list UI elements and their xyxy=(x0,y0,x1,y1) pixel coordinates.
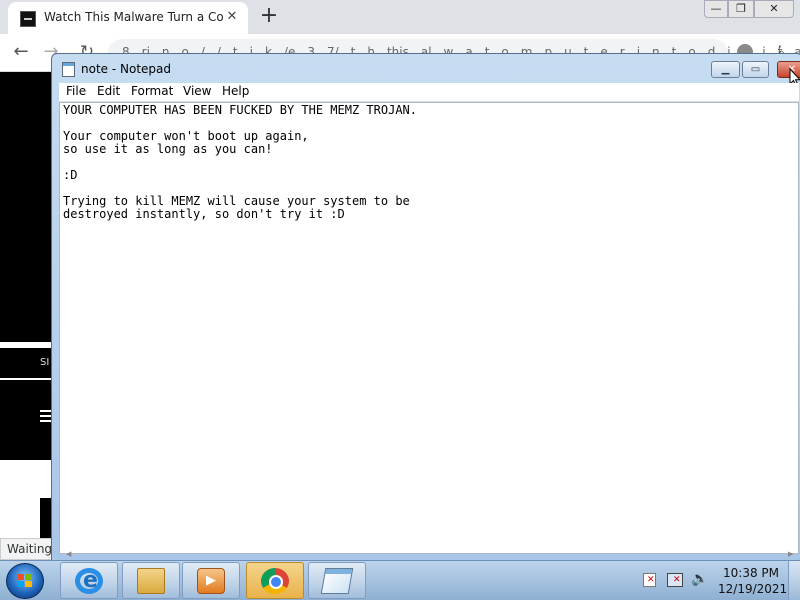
browser-tab[interactable]: Watch This Malware Turn a Comp ✕ xyxy=(8,2,248,34)
maximize-button[interactable]: ▭ xyxy=(742,61,769,78)
new-tab-button[interactable]: + xyxy=(256,4,282,30)
clock-time[interactable]: 10:38 PM xyxy=(720,566,782,580)
notepad-icon xyxy=(320,568,354,594)
action-center-flag-icon[interactable] xyxy=(643,573,656,587)
taskbar: 🔈 10:38 PM 12/19/2021 xyxy=(0,560,800,600)
chrome-close-button[interactable]: ✕ xyxy=(754,0,794,18)
volume-icon[interactable]: 🔈 xyxy=(691,571,708,587)
notepad-icon xyxy=(62,62,75,77)
taskbar-chrome[interactable] xyxy=(246,562,304,599)
menu-edit[interactable]: Edit xyxy=(97,84,120,98)
editor-text[interactable]: YOUR COMPUTER HAS BEEN FUCKED BY THE MEM… xyxy=(63,104,417,221)
menu-help[interactable]: Help xyxy=(222,84,249,98)
media-player-icon xyxy=(197,568,225,594)
window-title: note - Notepad xyxy=(81,62,171,76)
text-editor-area[interactable]: YOUR COMPUTER HAS BEEN FUCKED BY THE MEM… xyxy=(59,102,799,558)
taskbar-windows-explorer[interactable] xyxy=(122,562,180,599)
chrome-icon xyxy=(261,568,289,594)
taskbar-internet-explorer[interactable] xyxy=(60,562,118,599)
chrome-minimize-button[interactable]: — xyxy=(704,0,728,18)
scroll-left-arrow-icon[interactable]: ◀ xyxy=(66,550,71,558)
network-disconnected-icon[interactable] xyxy=(667,573,683,587)
favicon-icon xyxy=(20,11,36,27)
scroll-right-arrow-icon[interactable]: ▶ xyxy=(788,550,793,558)
show-desktop-button[interactable] xyxy=(788,561,800,600)
menu-bar: File Edit Format View Help xyxy=(59,83,799,102)
internet-explorer-icon xyxy=(75,568,103,594)
start-button[interactable] xyxy=(6,563,44,599)
tab-close-icon[interactable]: ✕ xyxy=(224,9,240,25)
menu-file[interactable]: File xyxy=(66,84,86,98)
notepad-window: note - Notepad ▁ ▭ ✕ File Edit Format Vi… xyxy=(51,53,800,561)
chrome-tabstrip: Watch This Malware Turn a Comp ✕ + — ❐ ✕ xyxy=(0,0,800,34)
clock-date[interactable]: 12/19/2021 xyxy=(718,582,787,596)
back-arrow-icon[interactable]: ← xyxy=(10,42,32,64)
folder-icon xyxy=(137,568,165,594)
tab-title: Watch This Malware Turn a Comp xyxy=(44,10,224,24)
windows-logo-icon xyxy=(17,574,33,588)
minimize-button[interactable]: ▁ xyxy=(711,61,740,78)
chrome-restore-button[interactable]: ❐ xyxy=(728,0,754,18)
menu-view[interactable]: View xyxy=(183,84,211,98)
taskbar-notepad[interactable] xyxy=(308,562,366,599)
taskbar-media-player[interactable] xyxy=(182,562,240,599)
page-sidebar-text: SI xyxy=(40,357,50,368)
menu-format[interactable]: Format xyxy=(131,84,173,98)
